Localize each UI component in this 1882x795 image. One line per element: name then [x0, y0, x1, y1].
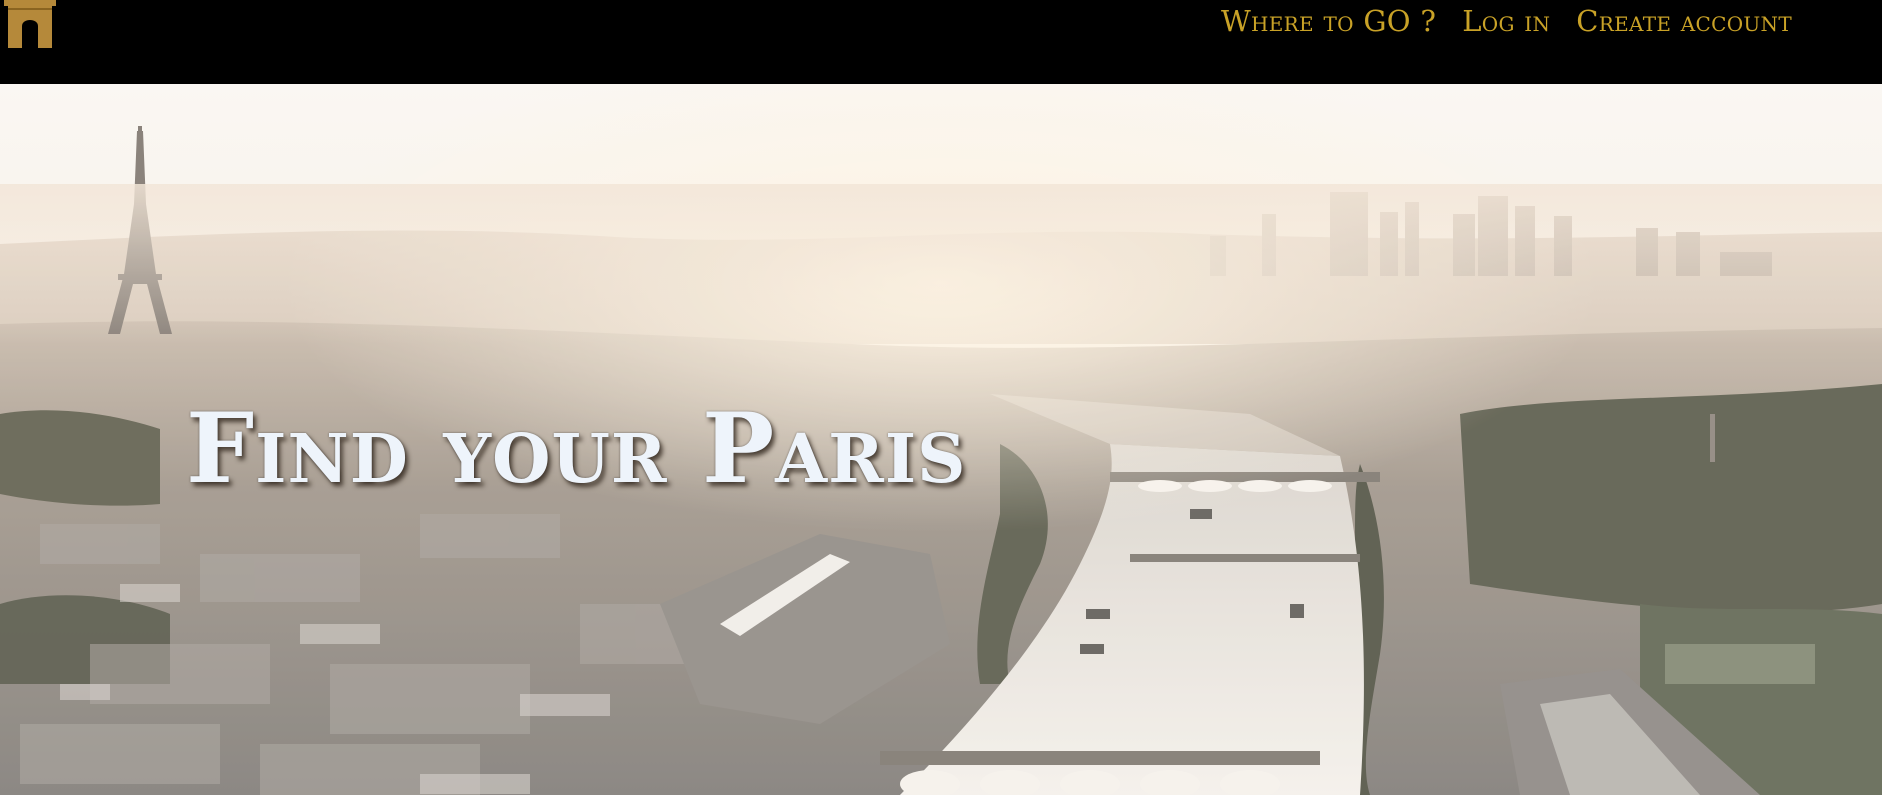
nav-where-to-go-link[interactable]: Where to GO ?: [1221, 3, 1436, 39]
nav-login-link[interactable]: Log in: [1462, 3, 1550, 39]
top-navigation-bar: Where to GO ? Log in Create account: [0, 0, 1882, 84]
hero-section: Find your Paris: [0, 84, 1882, 795]
nav-create-account-link[interactable]: Create account: [1576, 3, 1792, 39]
arch-icon: [4, 0, 56, 48]
home-logo-link[interactable]: [4, 0, 56, 48]
hero-title: Find your Paris: [186, 392, 967, 505]
main-nav: Where to GO ? Log in Create account: [1221, 3, 1792, 39]
